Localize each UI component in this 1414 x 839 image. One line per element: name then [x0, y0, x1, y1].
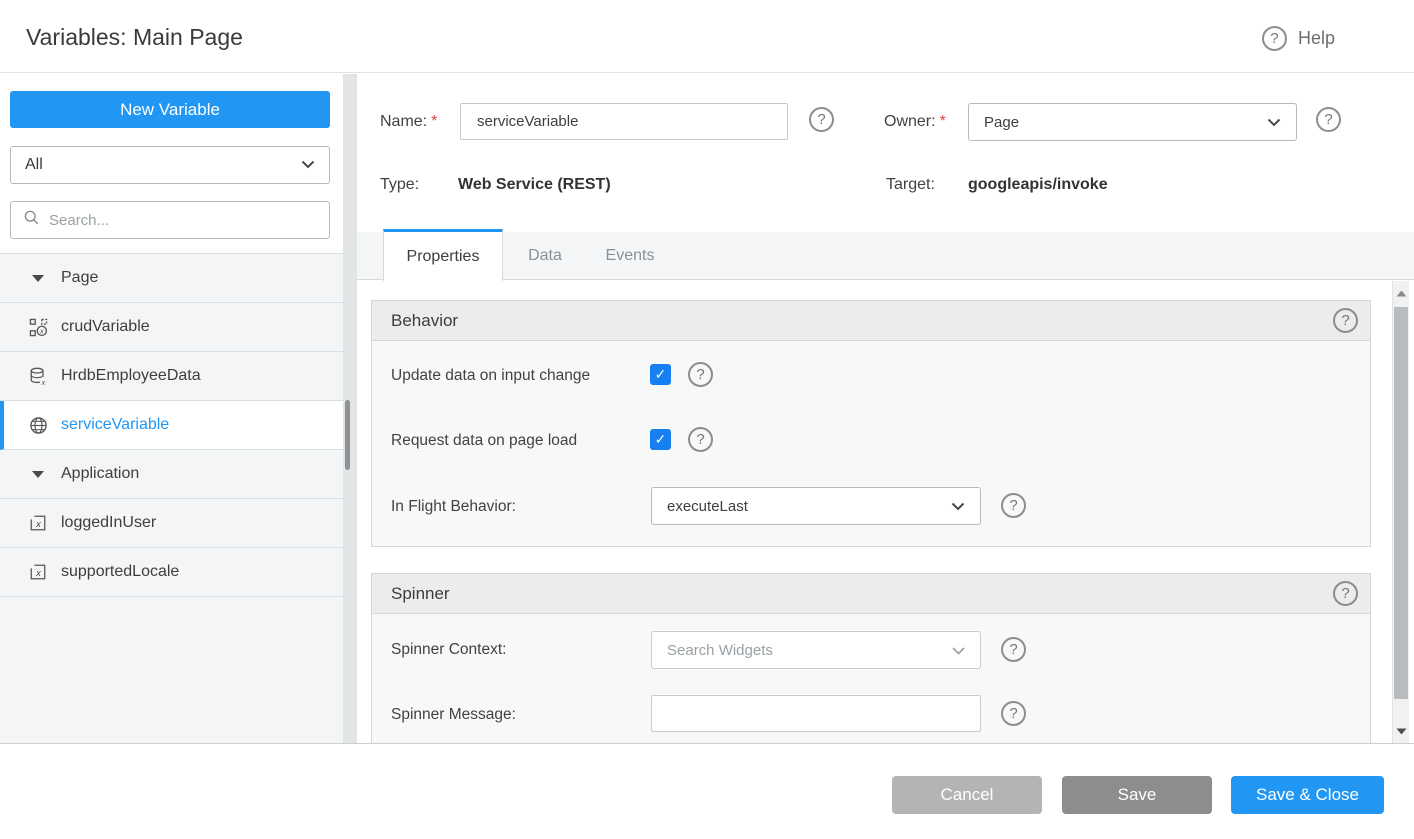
- search-input[interactable]: [49, 212, 317, 229]
- properties-content: Behavior Update data on input change Req…: [357, 281, 1414, 743]
- request-data-help-icon[interactable]: [688, 427, 713, 452]
- variable-detail-panel: Name:* Owner:* Page Type: Web Service (R…: [357, 74, 1414, 743]
- type-label: Type:: [380, 176, 419, 194]
- sidebar-item-crudvariable[interactable]: x crudVariable: [0, 303, 343, 352]
- spinner-title: Spinner: [391, 584, 450, 604]
- behavior-help-icon[interactable]: [1333, 308, 1358, 333]
- sidebar-item-supportedlocale[interactable]: x supportedLocale: [0, 548, 343, 597]
- save-button[interactable]: Save: [1062, 776, 1212, 814]
- sidebar-scrollbar-thumb[interactable]: [345, 400, 350, 470]
- chevron-down-icon: [301, 156, 315, 174]
- name-input[interactable]: [460, 103, 788, 140]
- required-marker: *: [431, 113, 437, 130]
- spinner-message-help-icon[interactable]: [1001, 701, 1026, 726]
- name-help-icon[interactable]: [809, 107, 834, 132]
- in-flight-behavior-help-icon[interactable]: [1001, 493, 1026, 518]
- content-scrollbar[interactable]: [1392, 281, 1409, 743]
- target-value: googleapis/invoke: [968, 176, 1108, 194]
- update-data-help-icon[interactable]: [688, 362, 713, 387]
- variable-filter-value: All: [25, 156, 43, 174]
- svg-text:x: x: [35, 568, 41, 579]
- spinner-message-input[interactable]: [651, 695, 981, 732]
- scroll-down-icon[interactable]: [1393, 723, 1410, 739]
- update-data-checkbox[interactable]: [650, 364, 671, 385]
- svg-text:x: x: [39, 327, 44, 335]
- variable-label: serviceVariable: [61, 416, 169, 434]
- owner-label: Owner:*: [884, 113, 946, 131]
- in-flight-behavior-label: In Flight Behavior:: [391, 498, 516, 516]
- chevron-down-icon: [952, 642, 965, 659]
- target-label: Target:: [886, 176, 935, 194]
- variable-icon: x: [28, 514, 48, 532]
- scroll-up-icon[interactable]: [1393, 285, 1410, 301]
- help-icon[interactable]: [1262, 26, 1287, 51]
- variable-label: loggedInUser: [61, 514, 156, 532]
- save-and-close-button[interactable]: Save & Close: [1231, 776, 1384, 814]
- variable-list: Page x crudVariable: [0, 253, 343, 743]
- cancel-button[interactable]: Cancel: [892, 776, 1042, 814]
- variable-search: [10, 201, 330, 239]
- owner-select[interactable]: Page: [968, 103, 1297, 141]
- help-button[interactable]: Help: [1262, 26, 1335, 51]
- variable-label: crudVariable: [61, 318, 150, 336]
- chevron-down-icon: [1267, 114, 1281, 131]
- dialog-header: Variables: Main Page Help: [0, 0, 1414, 73]
- request-data-label: Request data on page load: [391, 432, 577, 450]
- svg-text:x: x: [35, 519, 41, 530]
- spinner-message-label: Spinner Message:: [391, 706, 516, 724]
- behavior-section-header: Behavior: [372, 301, 1370, 341]
- update-data-label: Update data on input change: [391, 367, 590, 385]
- tab-properties[interactable]: Properties: [383, 229, 503, 281]
- sidebar-group-page[interactable]: Page: [0, 254, 343, 303]
- globe-icon: [28, 416, 48, 435]
- search-icon: [23, 209, 40, 231]
- sidebar-item-loggedinuser[interactable]: x loggedInUser: [0, 499, 343, 548]
- variables-sidebar: New Variable All Page: [0, 74, 343, 743]
- sidebar-item-hrdbemployeedata[interactable]: x HrdbEmployeeData: [0, 352, 343, 401]
- new-variable-button[interactable]: New Variable: [10, 91, 330, 128]
- content-scrollbar-thumb[interactable]: [1394, 307, 1408, 699]
- detail-tabbar: Properties Data Events: [357, 232, 1414, 280]
- caret-down-icon[interactable]: [28, 469, 48, 479]
- name-label: Name:*: [380, 113, 437, 131]
- chevron-down-icon: [951, 498, 965, 515]
- behavior-section: Behavior Update data on input change Req…: [371, 300, 1371, 547]
- group-label: Application: [61, 465, 139, 483]
- spinner-context-label: Spinner Context:: [391, 641, 506, 659]
- request-data-checkbox[interactable]: [650, 429, 671, 450]
- variable-label: HrdbEmployeeData: [61, 367, 201, 385]
- spinner-help-icon[interactable]: [1333, 581, 1358, 606]
- sidebar-group-application[interactable]: Application: [0, 450, 343, 499]
- in-flight-behavior-value: executeLast: [667, 498, 748, 515]
- caret-down-icon[interactable]: [28, 273, 48, 283]
- page-title: Variables: Main Page: [26, 24, 243, 51]
- owner-value: Page: [984, 114, 1019, 131]
- database-icon: x: [28, 367, 48, 386]
- spinner-section-header: Spinner: [372, 574, 1370, 614]
- svg-text:x: x: [40, 378, 46, 386]
- in-flight-behavior-select[interactable]: executeLast: [651, 487, 981, 525]
- variables-dialog: Variables: Main Page Help New Variable A…: [0, 0, 1414, 839]
- sidebar-item-servicevariable[interactable]: serviceVariable: [0, 401, 343, 450]
- variable-filter-select[interactable]: All: [10, 146, 330, 184]
- tab-events[interactable]: Events: [589, 232, 671, 280]
- type-value: Web Service (REST): [458, 176, 611, 194]
- spinner-context-select[interactable]: Search Widgets: [651, 631, 981, 669]
- dialog-footer: Cancel Save Save & Close: [0, 743, 1414, 839]
- spinner-context-placeholder: Search Widgets: [667, 642, 773, 659]
- group-label: Page: [61, 269, 98, 287]
- crud-icon: x: [28, 318, 48, 337]
- sidebar-scrollbar[interactable]: [343, 74, 357, 743]
- spinner-section: Spinner Spinner Context: Search Widgets …: [371, 573, 1371, 743]
- variable-icon: x: [28, 563, 48, 581]
- spinner-context-help-icon[interactable]: [1001, 637, 1026, 662]
- help-label: Help: [1298, 28, 1335, 49]
- behavior-title: Behavior: [391, 311, 458, 331]
- required-marker: *: [940, 113, 946, 130]
- variable-label: supportedLocale: [61, 563, 179, 581]
- owner-help-icon[interactable]: [1316, 107, 1341, 132]
- tab-data[interactable]: Data: [509, 232, 581, 280]
